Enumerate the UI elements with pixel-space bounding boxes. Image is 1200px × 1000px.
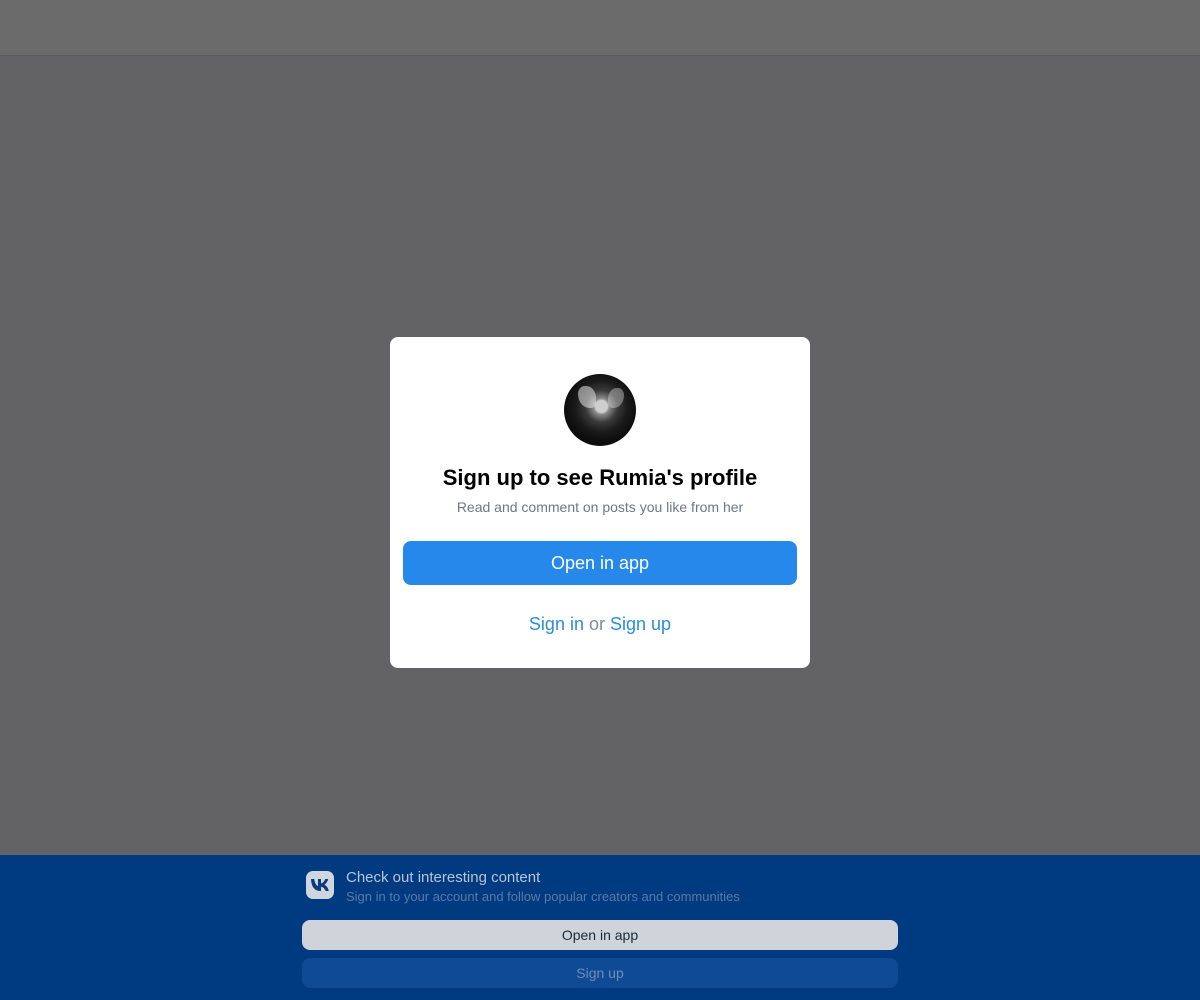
banner-sign-up-button[interactable]: Sign up — [302, 958, 898, 988]
open-in-app-button[interactable]: Open in app — [403, 541, 797, 585]
sign-in-link[interactable]: Sign in — [529, 614, 584, 634]
or-text: or — [588, 614, 605, 634]
modal-subtitle: Read and comment on posts you like from … — [456, 499, 744, 515]
vk-logo-icon — [306, 871, 334, 899]
vk-logo-glyph — [311, 879, 329, 891]
signup-modal: Sign up to see Rumia's profile Read and … — [390, 337, 810, 668]
bottom-banner: Check out interesting content Sign in to… — [0, 855, 1200, 1000]
banner-open-in-app-button[interactable]: Open in app — [302, 920, 898, 950]
top-header — [0, 0, 1200, 56]
banner-title: Check out interesting content — [346, 869, 541, 886]
modal-title: Sign up to see Rumia's profile — [442, 465, 758, 490]
sign-up-link[interactable]: Sign up — [610, 614, 671, 634]
auth-links: Sign in or Sign up — [390, 611, 810, 637]
banner-subtitle: Sign in to your account and follow popul… — [346, 889, 740, 904]
avatar — [564, 374, 636, 446]
